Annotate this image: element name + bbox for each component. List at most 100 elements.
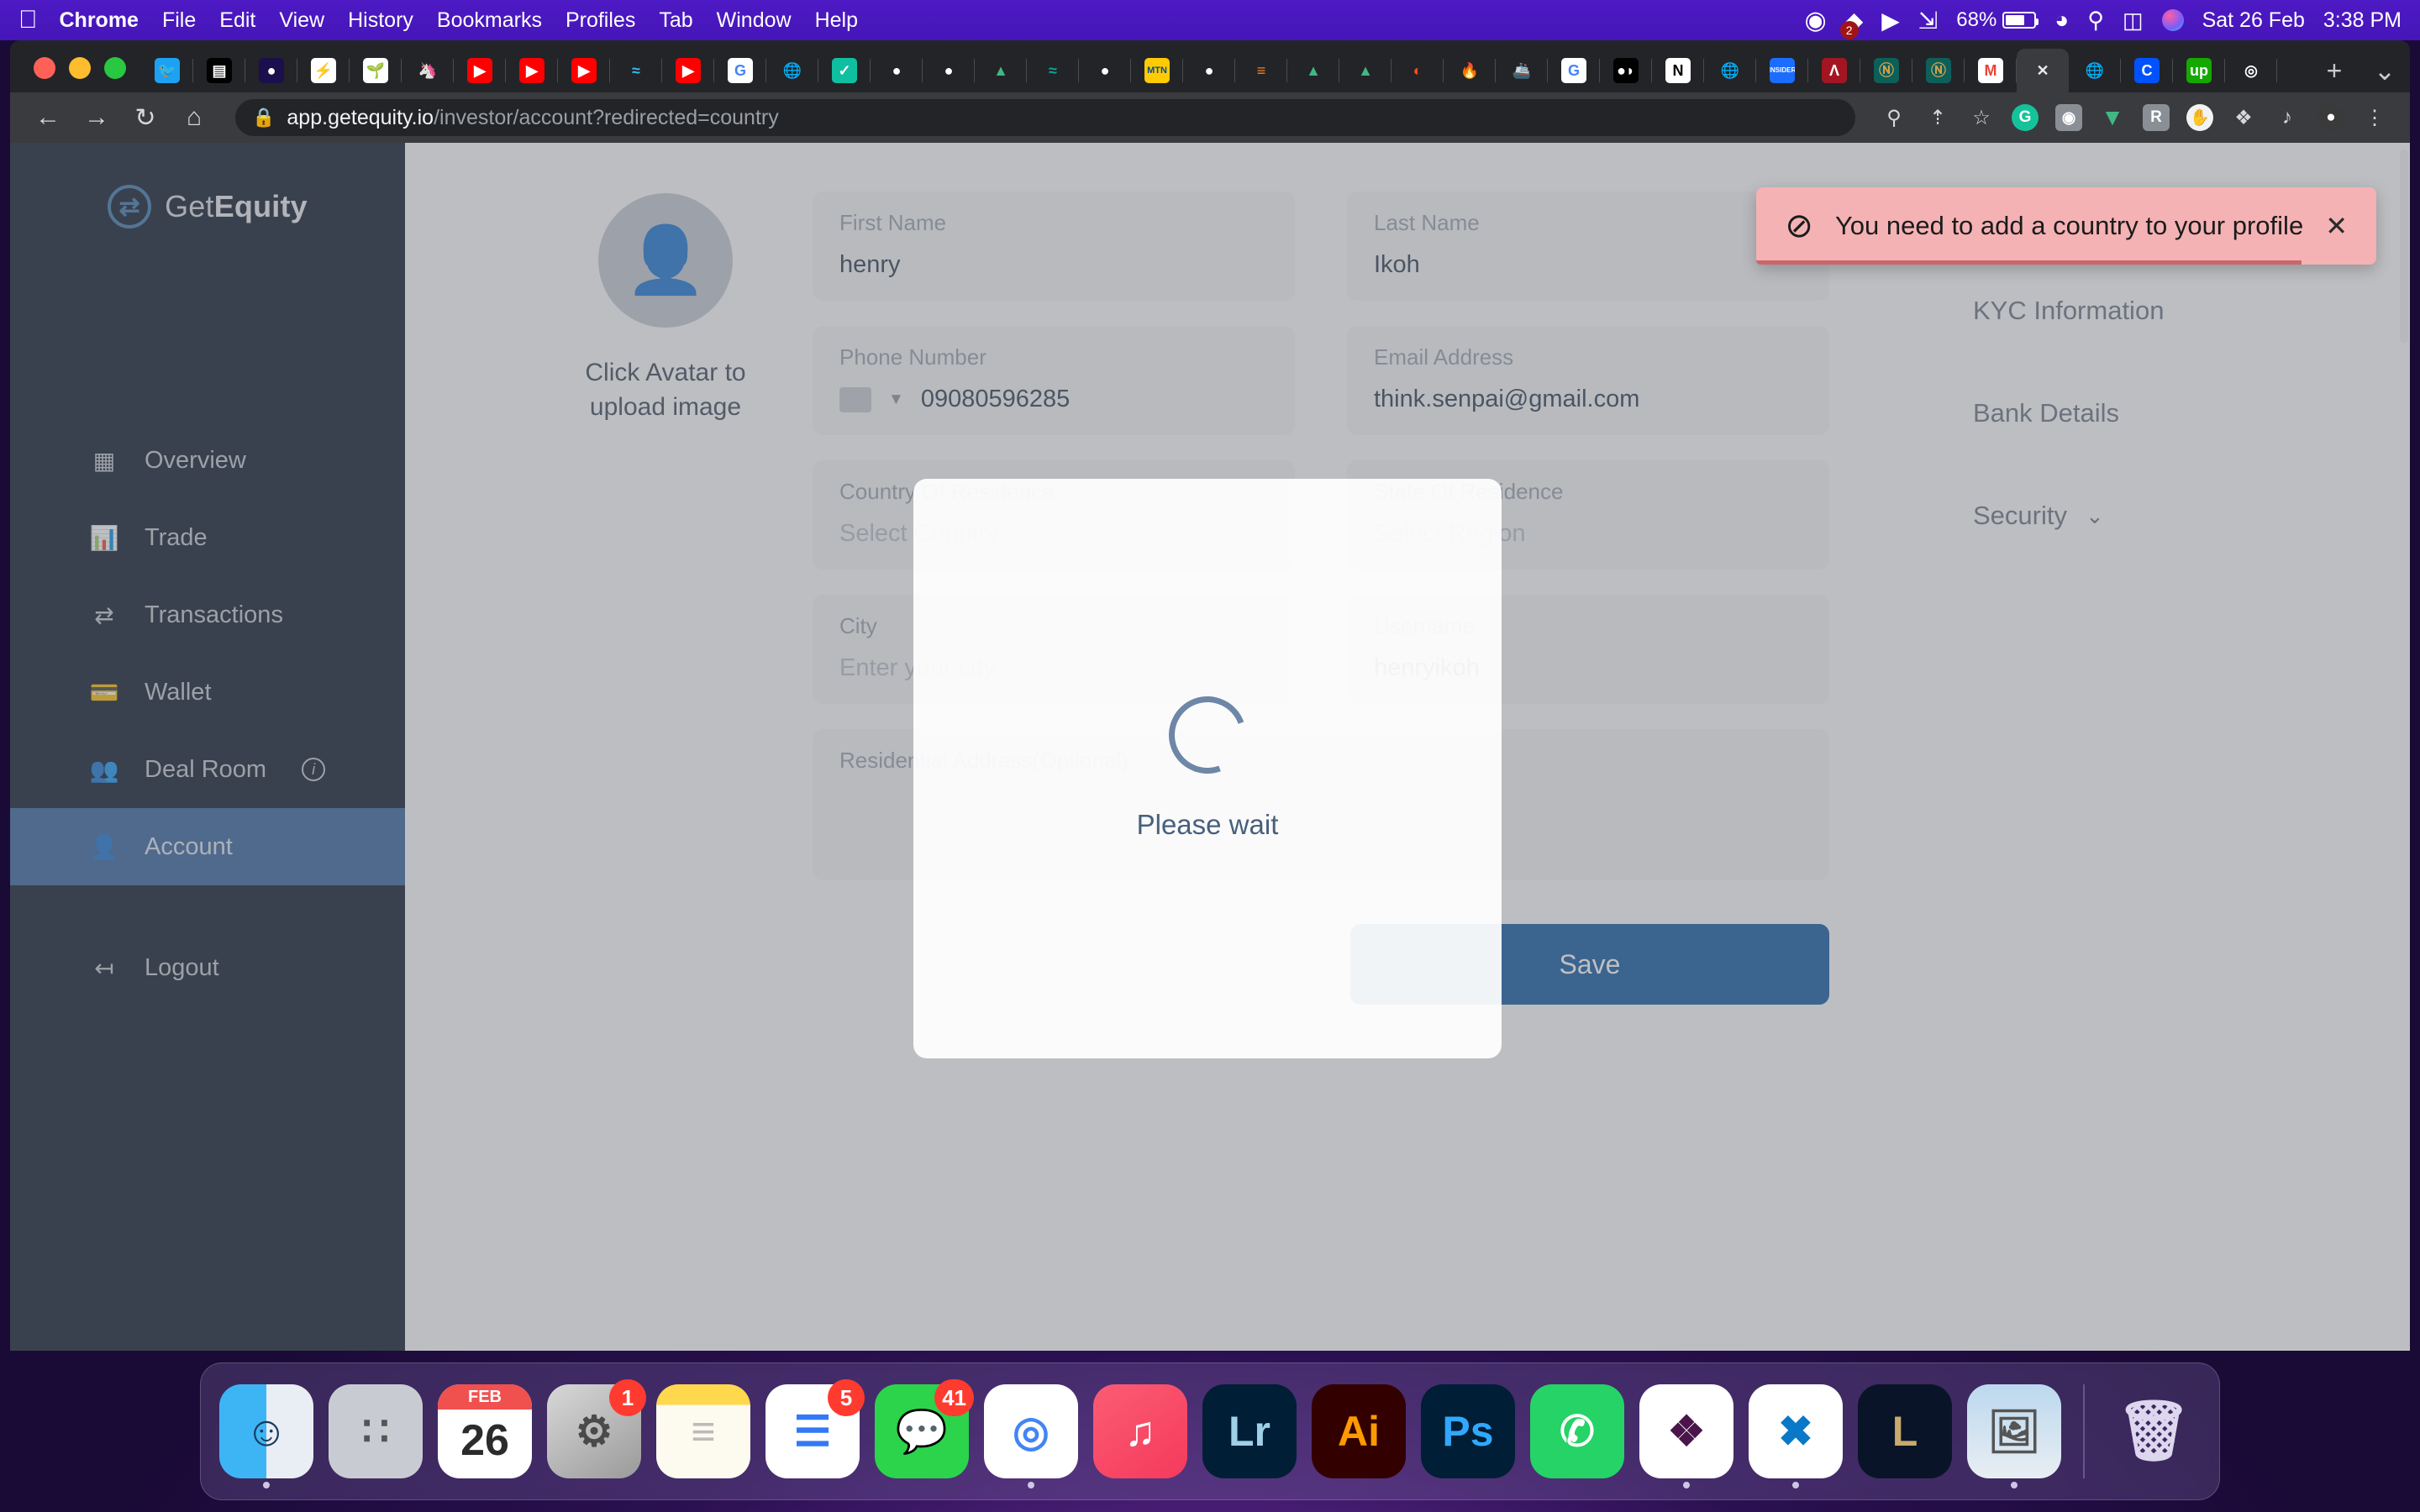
avatar[interactable]: 👤: [598, 193, 733, 328]
menu-view[interactable]: View: [279, 8, 324, 33]
chrome-menu-icon[interactable]: ⋮: [2358, 101, 2391, 134]
dock-app-reminders[interactable]: ☰ 5: [765, 1379, 865, 1478]
dock-app-whatsapp[interactable]: ✆: [1530, 1384, 1624, 1478]
menu-chrome[interactable]: Chrome: [60, 8, 139, 33]
rakuten-icon[interactable]: R: [2139, 101, 2173, 134]
browser-tab-nw-bank-2[interactable]: Ⓝ: [1912, 49, 1965, 92]
browser-tab-globe-3[interactable]: 🌐: [2069, 49, 2121, 92]
account-nav-kyc-information[interactable]: KYC Information: [1973, 296, 2309, 326]
back-arrow-icon[interactable]: ←: [29, 98, 67, 137]
browser-tab-youtube-4[interactable]: ▶: [662, 49, 714, 92]
chevron-down-icon[interactable]: ⌄: [2086, 503, 2104, 529]
browser-tab-ship[interactable]: 🚢: [1496, 49, 1548, 92]
browser-tab-upwork[interactable]: up: [2173, 49, 2225, 92]
browser-tab-insider[interactable]: INSIDER: [1756, 49, 1808, 92]
play-icon[interactable]: ▶: [1881, 7, 1900, 34]
browser-tab-nw-bank-1[interactable]: Ⓝ: [1860, 49, 1912, 92]
sidebar-item-account[interactable]: 👤 Account: [10, 808, 405, 885]
sidebar-item-transactions[interactable]: ⇄ Transactions: [10, 576, 405, 654]
maximize-window-button[interactable]: [104, 57, 126, 79]
dock-app-music[interactable]: ♫: [1093, 1384, 1187, 1478]
new-tab-button[interactable]: +: [2309, 49, 2360, 92]
honey-icon[interactable]: ✋: [2183, 101, 2217, 134]
browser-tab-figma[interactable]: ◐: [1392, 49, 1444, 92]
browser-tab-tailwind-1[interactable]: ≈: [610, 49, 662, 92]
menu-window[interactable]: Window: [717, 8, 792, 33]
getequity-logo[interactable]: ⇄ GetEquity: [10, 185, 405, 228]
minimize-window-button[interactable]: [69, 57, 91, 79]
info-icon[interactable]: i: [302, 758, 326, 781]
menu-help[interactable]: Help: [815, 8, 858, 33]
menu-tab[interactable]: Tab: [659, 8, 692, 33]
dock-app-calendar[interactable]: FEB 26: [438, 1384, 532, 1478]
email-address-field[interactable]: Email Address think.senpai@gmail.com: [1347, 326, 1829, 435]
menu-history[interactable]: History: [348, 8, 413, 33]
browser-tab-coinbase[interactable]: C: [2121, 49, 2173, 92]
home-icon[interactable]: ⌂: [175, 98, 213, 137]
avatar-upload-block[interactable]: 👤 Click Avatar to upload image: [539, 193, 792, 424]
browser-tab-vercel-check[interactable]: ✓: [818, 49, 871, 92]
browser-tab-youtube-3[interactable]: ▶: [558, 49, 610, 92]
menubar-date[interactable]: Sat 26 Feb: [2202, 8, 2305, 33]
dock-app-lightroom[interactable]: Lr: [1202, 1384, 1297, 1478]
dock-app-system-settings[interactable]: ⚙ 1: [547, 1379, 646, 1478]
control-center-icon[interactable]: ◫: [2123, 8, 2144, 34]
menu-profiles[interactable]: Profiles: [566, 8, 635, 33]
browser-tab-seedling[interactable]: 🌱: [350, 49, 402, 92]
browser-tab-google-2[interactable]: G: [1548, 49, 1600, 92]
browser-tab-youtube-1[interactable]: ▶: [454, 49, 506, 92]
browser-tab-google-1[interactable]: G: [714, 49, 766, 92]
dock-app-slack[interactable]: ❖: [1639, 1384, 1733, 1488]
sidebar-item-logout[interactable]: ↤ Logout: [10, 929, 405, 1006]
page-scrollbar[interactable]: [2400, 150, 2408, 343]
dock-app-launchpad[interactable]: ∷: [329, 1384, 423, 1478]
browser-tab-octopus[interactable]: ●: [245, 49, 297, 92]
browser-tab-nuxt-2[interactable]: ▲: [1287, 49, 1339, 92]
sidebar-item-trade[interactable]: 📊 Trade: [10, 499, 405, 576]
address-bar[interactable]: 🔒 app.getequity.io/investor/account?redi…: [235, 99, 1855, 136]
vue-devtools-icon[interactable]: ▼: [2096, 101, 2129, 134]
forward-arrow-icon[interactable]: →: [77, 98, 116, 137]
share-icon[interactable]: ⇡: [1921, 101, 1954, 134]
browser-tab-black-site[interactable]: ▤: [193, 49, 245, 92]
bluetooth-icon[interactable]: ⇲: [1918, 7, 1938, 34]
browser-tab-algolia[interactable]: Λ: [1808, 49, 1860, 92]
siri-icon[interactable]: [2161, 9, 2184, 31]
browser-tab-github-4[interactable]: ●: [1183, 49, 1235, 92]
browser-tab-firebase[interactable]: 🔥: [1444, 49, 1496, 92]
dock-app-photoshop[interactable]: Ps: [1421, 1384, 1515, 1478]
menu-file[interactable]: File: [162, 8, 196, 33]
browser-tab-bolt[interactable]: ⚡: [297, 49, 350, 92]
close-icon[interactable]: ✕: [2325, 210, 2348, 242]
browser-tab-unicorn[interactable]: 🦄: [402, 49, 454, 92]
dock-app-finder[interactable]: ☺: [219, 1384, 313, 1488]
apple-logo-icon[interactable]: : [18, 8, 38, 33]
battery-indicator[interactable]: 68%: [1956, 8, 2039, 32]
wifi-icon[interactable]: ◕: [2054, 7, 2069, 34]
first-name-field[interactable]: First Name henry: [813, 192, 1295, 301]
key-icon[interactable]: ⚲: [1877, 101, 1911, 134]
account-nav-bank-details[interactable]: Bank Details: [1973, 398, 2309, 428]
dropbox-icon[interactable]: ◆ 2: [1839, 7, 1863, 39]
sidebar-item-overview[interactable]: ▦ Overview: [10, 422, 405, 499]
extensions-puzzle-icon[interactable]: ❖: [2227, 101, 2260, 134]
browser-tab-medium[interactable]: ●◗: [1600, 49, 1652, 92]
menu-edit[interactable]: Edit: [219, 8, 255, 33]
browser-tab-getequity-active[interactable]: ✕: [2017, 49, 2069, 92]
country-flag-icon[interactable]: [839, 386, 871, 412]
dock-app-league-of-legends[interactable]: L: [1858, 1384, 1952, 1478]
dock-app-illustrator[interactable]: Ai: [1312, 1384, 1406, 1478]
browser-tab-nuxt-3[interactable]: ▲: [1339, 49, 1392, 92]
browser-tab-mtn[interactable]: MTN: [1131, 49, 1183, 92]
loom-icon[interactable]: ◉: [2052, 101, 2086, 134]
error-toast[interactable]: ⊘ You need to add a country to your prof…: [1756, 187, 2376, 265]
sidebar-item-wallet[interactable]: 💳 Wallet: [10, 654, 405, 731]
browser-tab-github-3[interactable]: ●: [1079, 49, 1131, 92]
grammarly-icon[interactable]: G: [2008, 101, 2042, 134]
browser-tab-twitter[interactable]: 🐦: [141, 49, 193, 92]
browser-tab-globe-1[interactable]: 🌐: [766, 49, 818, 92]
browser-tab-tailwind-2[interactable]: ≈: [1027, 49, 1079, 92]
tab-search-chevron-down-icon[interactable]: ⌄: [2360, 49, 2410, 92]
chevron-down-icon[interactable]: ▼: [888, 391, 904, 409]
browser-tab-github-2[interactable]: ●: [923, 49, 975, 92]
